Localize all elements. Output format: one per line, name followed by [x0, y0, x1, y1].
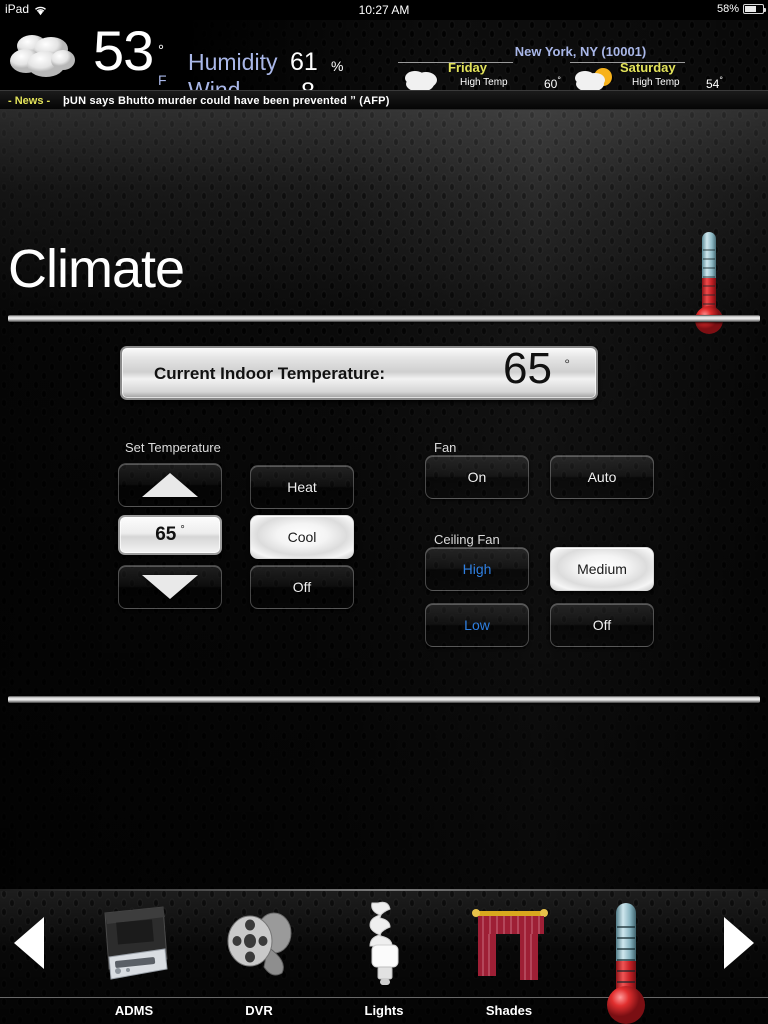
weather-location: New York, NY (10001)	[514, 44, 647, 59]
dock-previous-button[interactable]	[14, 917, 44, 969]
dock-item-label: Lights	[364, 1003, 404, 1018]
status-bar-right: 58%	[716, 3, 766, 15]
forecast-high-label: High Temp	[632, 77, 680, 88]
fan-on-label: On	[467, 469, 487, 485]
fan-auto-label: Auto	[587, 469, 617, 485]
wind-label: Wind	[188, 77, 241, 90]
humidity-label: Humidity	[188, 49, 278, 75]
controls-divider	[8, 696, 760, 703]
page-title: Climate	[8, 239, 185, 299]
mode-off-label: Off	[292, 579, 312, 595]
rain-cloud-icon	[398, 62, 444, 90]
ceiling-fan-medium-label: Medium	[577, 561, 627, 577]
mode-off-button[interactable]: Off	[250, 565, 354, 609]
triangle-up-icon	[142, 473, 198, 497]
forecast-day-name: Friday	[448, 60, 488, 75]
set-temperature-value[interactable]: 65 °	[118, 515, 222, 555]
dock-item-label: Shades	[485, 1003, 533, 1018]
indoor-temperature-value: 65	[503, 344, 552, 393]
dock-item-adms[interactable]: ADMS	[71, 895, 197, 1023]
news-label: - News -	[8, 95, 51, 107]
forecast-high-value: 60°	[544, 75, 561, 90]
indoor-temperature-degree-symbol: °	[564, 356, 570, 372]
cloudy-icon	[6, 30, 80, 80]
temperature-unit: F	[158, 72, 167, 88]
indoor-temperature-label: Current Indoor Temperature:	[154, 364, 386, 383]
header-divider	[8, 315, 760, 322]
mode-cool-label: Cool	[287, 529, 317, 545]
dock-item-dvr[interactable]: DVR	[196, 895, 322, 1023]
dock-top-divider	[0, 889, 768, 891]
ceiling-fan-high-button[interactable]: High	[425, 547, 529, 591]
ceiling-fan-label: Ceiling Fan	[434, 532, 500, 547]
thermometer-icon	[692, 230, 726, 340]
set-temperature-degree-symbol: °	[180, 524, 185, 536]
set-temperature-label: Set Temperature	[125, 440, 221, 455]
ceiling-fan-medium-button[interactable]: Medium	[550, 547, 654, 591]
cfl-bulb-icon	[321, 895, 447, 993]
dock-next-button[interactable]	[724, 917, 754, 969]
ceiling-fan-off-button[interactable]: Off	[550, 603, 654, 647]
status-bar: iPad 10:27 AM 58%	[0, 0, 768, 20]
sun-rain-cloud-icon	[570, 62, 616, 90]
weather-header: 53 ° F Humidity 61 % Wind 8 mph New York…	[0, 20, 768, 90]
humidity-value: 61	[290, 48, 318, 76]
fan-auto-button[interactable]: Auto	[550, 455, 654, 499]
dock-item-label: ADMS	[114, 1003, 154, 1018]
dock-bar: ADMS DVR Lights Shades	[0, 889, 768, 1024]
status-bar-time: 10:27 AM	[358, 3, 410, 17]
humidity-unit: %	[331, 58, 344, 74]
triangle-down-icon	[142, 575, 198, 599]
mode-heat-label: Heat	[287, 479, 317, 495]
temperature-degree-symbol: °	[158, 42, 164, 59]
forecast-high-label: High Temp	[460, 77, 508, 88]
forecast-day-saturday: Saturday High Temp Low Temp 54° 43°	[570, 60, 760, 90]
news-headline: þUN says Bhutto murder could have been p…	[63, 95, 390, 107]
battery-icon	[743, 4, 766, 14]
news-ticker: - News - þUN says Bhutto murder could ha…	[0, 90, 768, 110]
ceiling-fan-high-label: High	[462, 561, 492, 577]
current-temperature: 53	[93, 20, 154, 82]
climate-page: Climate Current Indoor Temperature: 65 °…	[0, 110, 768, 889]
battery-percent-label: 58%	[716, 3, 739, 15]
curtains-icon	[446, 895, 572, 993]
forecast-day-friday: Friday High Temp Low Temp 60° 51°	[398, 60, 578, 90]
temperature-decrease-button[interactable]	[118, 565, 222, 609]
fan-label: Fan	[434, 440, 457, 455]
fan-on-button[interactable]: On	[425, 455, 529, 499]
wind-value: 8	[301, 78, 315, 90]
forecast-high-value: 54°	[706, 75, 723, 90]
ceiling-fan-low-label: Low	[464, 617, 490, 633]
temperature-increase-button[interactable]	[118, 463, 222, 507]
ceiling-fan-off-label: Off	[592, 617, 612, 633]
dock-item-lights[interactable]: Lights	[321, 895, 447, 1023]
mode-cool-button[interactable]: Cool	[250, 515, 354, 559]
thermometer-icon	[571, 895, 697, 1024]
film-reel-icon	[196, 895, 322, 993]
av-receiver-icon	[71, 895, 197, 993]
page-lighting-overlay	[0, 110, 768, 889]
dock-item-climate[interactable]	[571, 895, 697, 1024]
ceiling-fan-low-button[interactable]: Low	[425, 603, 529, 647]
mode-heat-button[interactable]: Heat	[250, 465, 354, 509]
forecast-day-name: Saturday	[620, 60, 676, 75]
dock-item-shades[interactable]: Shades	[446, 895, 572, 1023]
dock-item-label: DVR	[245, 1003, 273, 1018]
current-indoor-temperature-panel: Current Indoor Temperature: 65 °	[120, 344, 598, 400]
set-temperature-number: 65	[155, 524, 177, 545]
